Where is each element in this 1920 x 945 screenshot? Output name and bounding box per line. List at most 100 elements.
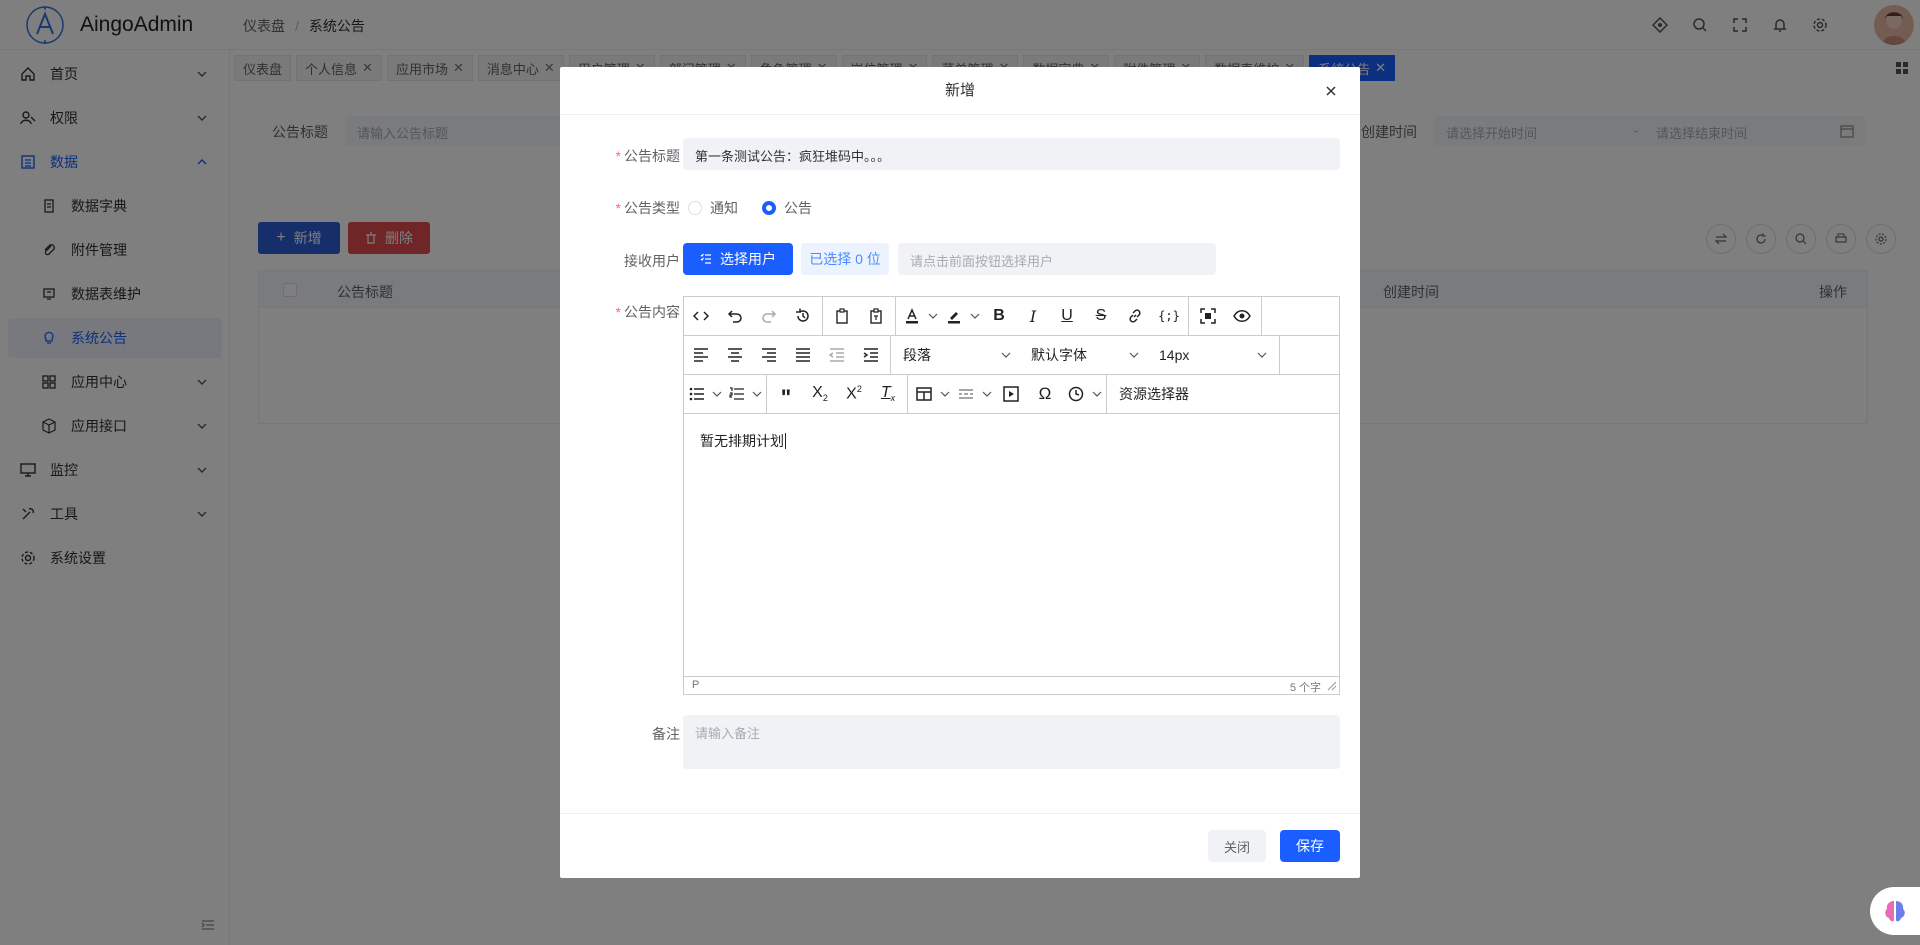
receiver-field-label: 接收用户 (624, 253, 680, 269)
text-color-icon[interactable] (898, 297, 926, 336)
toolbar-divider (890, 335, 891, 375)
title-label-text: 公告标题 (624, 148, 680, 164)
font-size-select[interactable]: 14px (1149, 336, 1277, 375)
fullscreen-icon[interactable] (1191, 297, 1225, 336)
code-sample-icon[interactable]: {;} (1152, 297, 1186, 336)
block-format-select[interactable]: 段落 (893, 336, 1021, 375)
toolbar-divider (1106, 374, 1107, 414)
type-radio-notify[interactable]: 通知 (688, 198, 738, 218)
media-icon[interactable] (994, 375, 1028, 414)
editor-toolbar-row-3: " X2 X2 Tx Ω 资源选择器 (684, 374, 1339, 414)
toolbar-divider (1279, 335, 1280, 375)
indent-icon[interactable] (854, 336, 888, 375)
underline-icon[interactable]: U (1050, 297, 1084, 336)
special-char-icon[interactable]: Ω (1028, 375, 1062, 414)
checklist-icon (700, 253, 711, 264)
text-cursor (785, 433, 786, 449)
superscript-icon[interactable]: X2 (837, 375, 871, 414)
brain-icon (1885, 901, 1905, 922)
dialog-title: 新增 (560, 67, 1360, 115)
word-count: 5 个字 (1289, 682, 1321, 694)
type-radio-announcement[interactable]: 公告 (762, 198, 812, 218)
editor-statusbar: P 5 个字 (684, 676, 1339, 694)
required-mark: * (615, 304, 621, 320)
code-icon[interactable] (684, 297, 718, 336)
close-button[interactable]: 关闭 (1208, 830, 1266, 862)
remark-field-label: 备注 (652, 726, 680, 742)
editor-content[interactable]: 暂无排期计划 (684, 415, 1339, 678)
undo-icon[interactable] (718, 297, 752, 336)
chevron-down-icon[interactable] (926, 297, 940, 336)
align-right-icon[interactable] (752, 336, 786, 375)
chevron-down-icon[interactable] (710, 375, 724, 414)
chevron-down-icon[interactable] (968, 297, 982, 336)
title-field-label: * 公告标题 (616, 146, 680, 166)
save-button[interactable]: 保存 (1280, 830, 1340, 862)
rich-text-editor: B I U S {;} 段落 默认字体 14px " X2 X2 Tx Ω 资源… (683, 296, 1340, 695)
type-field-label: * 公告类型 (616, 198, 680, 218)
dialog-footer-divider (560, 813, 1360, 814)
toolbar-divider (1188, 296, 1189, 336)
chevron-down-icon[interactable] (1090, 375, 1104, 414)
highlight-color-icon[interactable] (940, 297, 968, 336)
selected-count-badge: 已选择 0 位 (801, 243, 889, 275)
font-family-value: 默认字体 (1031, 347, 1087, 363)
resource-picker-button[interactable]: 资源选择器 (1109, 375, 1199, 414)
chevron-down-icon[interactable] (750, 375, 764, 414)
bold-icon[interactable]: B (982, 297, 1016, 336)
resize-handle-icon[interactable] (1327, 681, 1337, 691)
select-user-button[interactable]: 选择用户 (683, 243, 793, 275)
copy-icon[interactable] (825, 297, 859, 336)
toolbar-divider (895, 296, 896, 336)
editor-text: 暂无排期计划 (700, 433, 784, 449)
horizontal-rule-icon[interactable] (952, 375, 980, 414)
clear-format-icon[interactable]: Tx (871, 375, 905, 414)
subscript-icon[interactable]: X2 (803, 375, 837, 414)
align-center-icon[interactable] (718, 336, 752, 375)
add-notice-dialog: 新增 * 公告标题 第一条测试公告：疯狂堆码中。。。 * 公告类型 通知 公告 接收… (560, 67, 1360, 878)
radio-label: 通知 (710, 200, 738, 216)
radio-dot (688, 201, 702, 215)
block-format-value: 段落 (903, 347, 931, 363)
toolbar-divider (822, 296, 823, 336)
numbered-list-icon[interactable] (724, 375, 750, 414)
strikethrough-icon[interactable]: S (1084, 297, 1118, 336)
content-field-label: * 公告内容 (616, 302, 680, 322)
remark-textarea[interactable]: 请输入备注 (683, 715, 1340, 769)
clock-icon[interactable] (1062, 375, 1090, 414)
required-mark: * (615, 200, 621, 216)
table-insert-icon[interactable] (910, 375, 938, 414)
chevron-down-icon[interactable] (938, 375, 952, 414)
toolbar-divider (907, 374, 908, 414)
type-label-text: 公告类型 (624, 200, 680, 216)
blockquote-icon[interactable]: " (769, 375, 803, 414)
link-icon[interactable] (1118, 297, 1152, 336)
font-size-value: 14px (1159, 347, 1190, 363)
chevron-down-icon (1257, 352, 1267, 358)
font-family-select[interactable]: 默认字体 (1021, 336, 1149, 375)
bullet-list-icon[interactable] (684, 375, 710, 414)
close-icon[interactable] (1324, 84, 1338, 98)
receiver-input[interactable]: 请点击前面按钮选择用户 (898, 243, 1216, 275)
toolbar-divider (766, 374, 767, 414)
redo-icon[interactable] (752, 297, 786, 336)
preview-icon[interactable] (1225, 297, 1259, 336)
chevron-down-icon (1129, 352, 1139, 358)
italic-icon[interactable]: I (1016, 297, 1050, 336)
notice-title-input[interactable]: 第一条测试公告：疯狂堆码中。。。 (683, 138, 1340, 170)
chevron-down-icon (1001, 352, 1011, 358)
align-left-icon[interactable] (684, 336, 718, 375)
align-justify-icon[interactable] (786, 336, 820, 375)
chevron-down-icon[interactable] (980, 375, 994, 414)
radio-dot (762, 201, 776, 215)
element-path[interactable]: P (692, 679, 699, 691)
assistant-float-button[interactable] (1870, 887, 1920, 935)
select-user-label: 选择用户 (720, 251, 776, 267)
editor-toolbar-row-2: 段落 默认字体 14px (684, 335, 1339, 375)
paste-text-icon[interactable] (859, 297, 893, 336)
content-label-text: 公告内容 (624, 304, 680, 320)
history-icon[interactable] (786, 297, 820, 336)
outdent-icon[interactable] (820, 336, 854, 375)
radio-label: 公告 (784, 200, 812, 216)
required-mark: * (615, 148, 621, 164)
